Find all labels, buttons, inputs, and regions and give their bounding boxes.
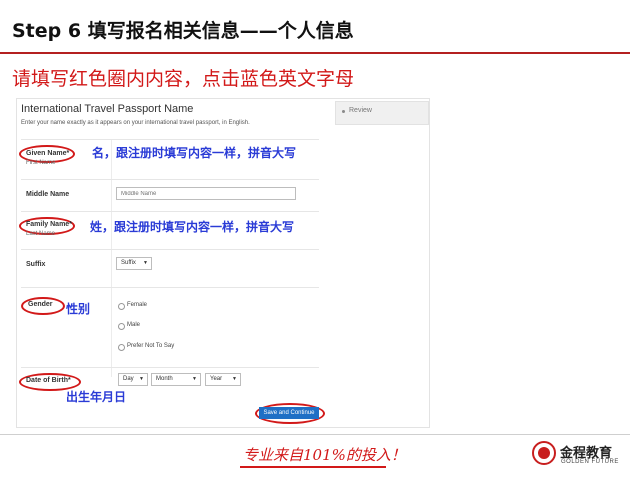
slogan-underline	[240, 466, 386, 468]
radio-icon	[118, 303, 125, 310]
review-label: Review	[349, 107, 372, 114]
radio-icon	[118, 344, 125, 351]
dob-year-select[interactable]: Year ▼	[205, 373, 241, 386]
dob-year-value: Year	[210, 376, 223, 382]
row-divider	[21, 287, 319, 288]
radio-icon	[118, 323, 125, 330]
gender-option-label: Prefer Not To Say	[127, 343, 175, 349]
family-name-note: 姓，跟注册时填写内容一样，拼音大写	[90, 220, 295, 234]
footer-divider	[0, 434, 630, 435]
logo-seal-core	[538, 447, 550, 459]
save-and-continue-button[interactable]: Save and Continue	[259, 407, 319, 419]
gender-label: Gender	[28, 301, 53, 308]
review-panel[interactable]: Review	[335, 101, 429, 125]
given-name-hint: First Name	[26, 160, 56, 166]
row-divider	[21, 211, 319, 212]
slogan: 专业来自101%的投入！	[243, 446, 406, 464]
row-divider	[21, 139, 319, 140]
instruction-text: 请填写红色圈内内容，点击蓝色英文字母	[12, 68, 355, 90]
family-name-hint: Last Name	[26, 231, 56, 237]
given-name-note: 名，跟注册时填写内容一样，拼音大写	[92, 146, 297, 160]
family-name-label: Family Name*	[26, 221, 72, 228]
gender-option-label: Male	[127, 322, 141, 328]
dob-month-value: Month	[156, 376, 173, 382]
logo-seal-icon	[532, 441, 556, 465]
form-title: International Travel Passport Name	[21, 103, 194, 115]
form-subtitle: Enter your name exactly as it appears on…	[21, 120, 250, 126]
suffix-select[interactable]: Suffix ▼	[116, 257, 152, 270]
gender-option-label: Female	[127, 302, 148, 308]
dob-label: Date of Birth*	[26, 377, 71, 384]
suffix-selected-value: Suffix	[121, 260, 136, 266]
dob-month-select[interactable]: Month ▼	[151, 373, 201, 386]
row-divider	[21, 179, 319, 180]
review-dot-icon	[342, 110, 345, 113]
suffix-label: Suffix	[26, 261, 46, 268]
title-divider	[0, 52, 630, 54]
dob-note: 出生年月日	[66, 390, 127, 404]
chevron-down-icon: ▼	[192, 376, 197, 382]
middle-name-label: Middle Name	[26, 191, 70, 198]
row-divider	[21, 249, 319, 250]
slide-title: Step 6 填写报名相关信息——个人信息	[12, 20, 354, 42]
chevron-down-icon: ▼	[232, 376, 237, 382]
given-name-label: Given Name*	[26, 150, 70, 157]
dob-day-select[interactable]: Day ▼	[118, 373, 148, 386]
logo-name-en: GOLDEN FUTURE	[561, 459, 619, 465]
row-divider	[21, 367, 319, 368]
gender-note: 性别	[66, 302, 91, 316]
chevron-down-icon: ▼	[143, 260, 148, 266]
dob-day-value: Day	[123, 376, 134, 382]
label-column-divider	[111, 139, 112, 377]
chevron-down-icon: ▼	[139, 376, 144, 382]
middle-name-input[interactable]	[116, 187, 296, 200]
